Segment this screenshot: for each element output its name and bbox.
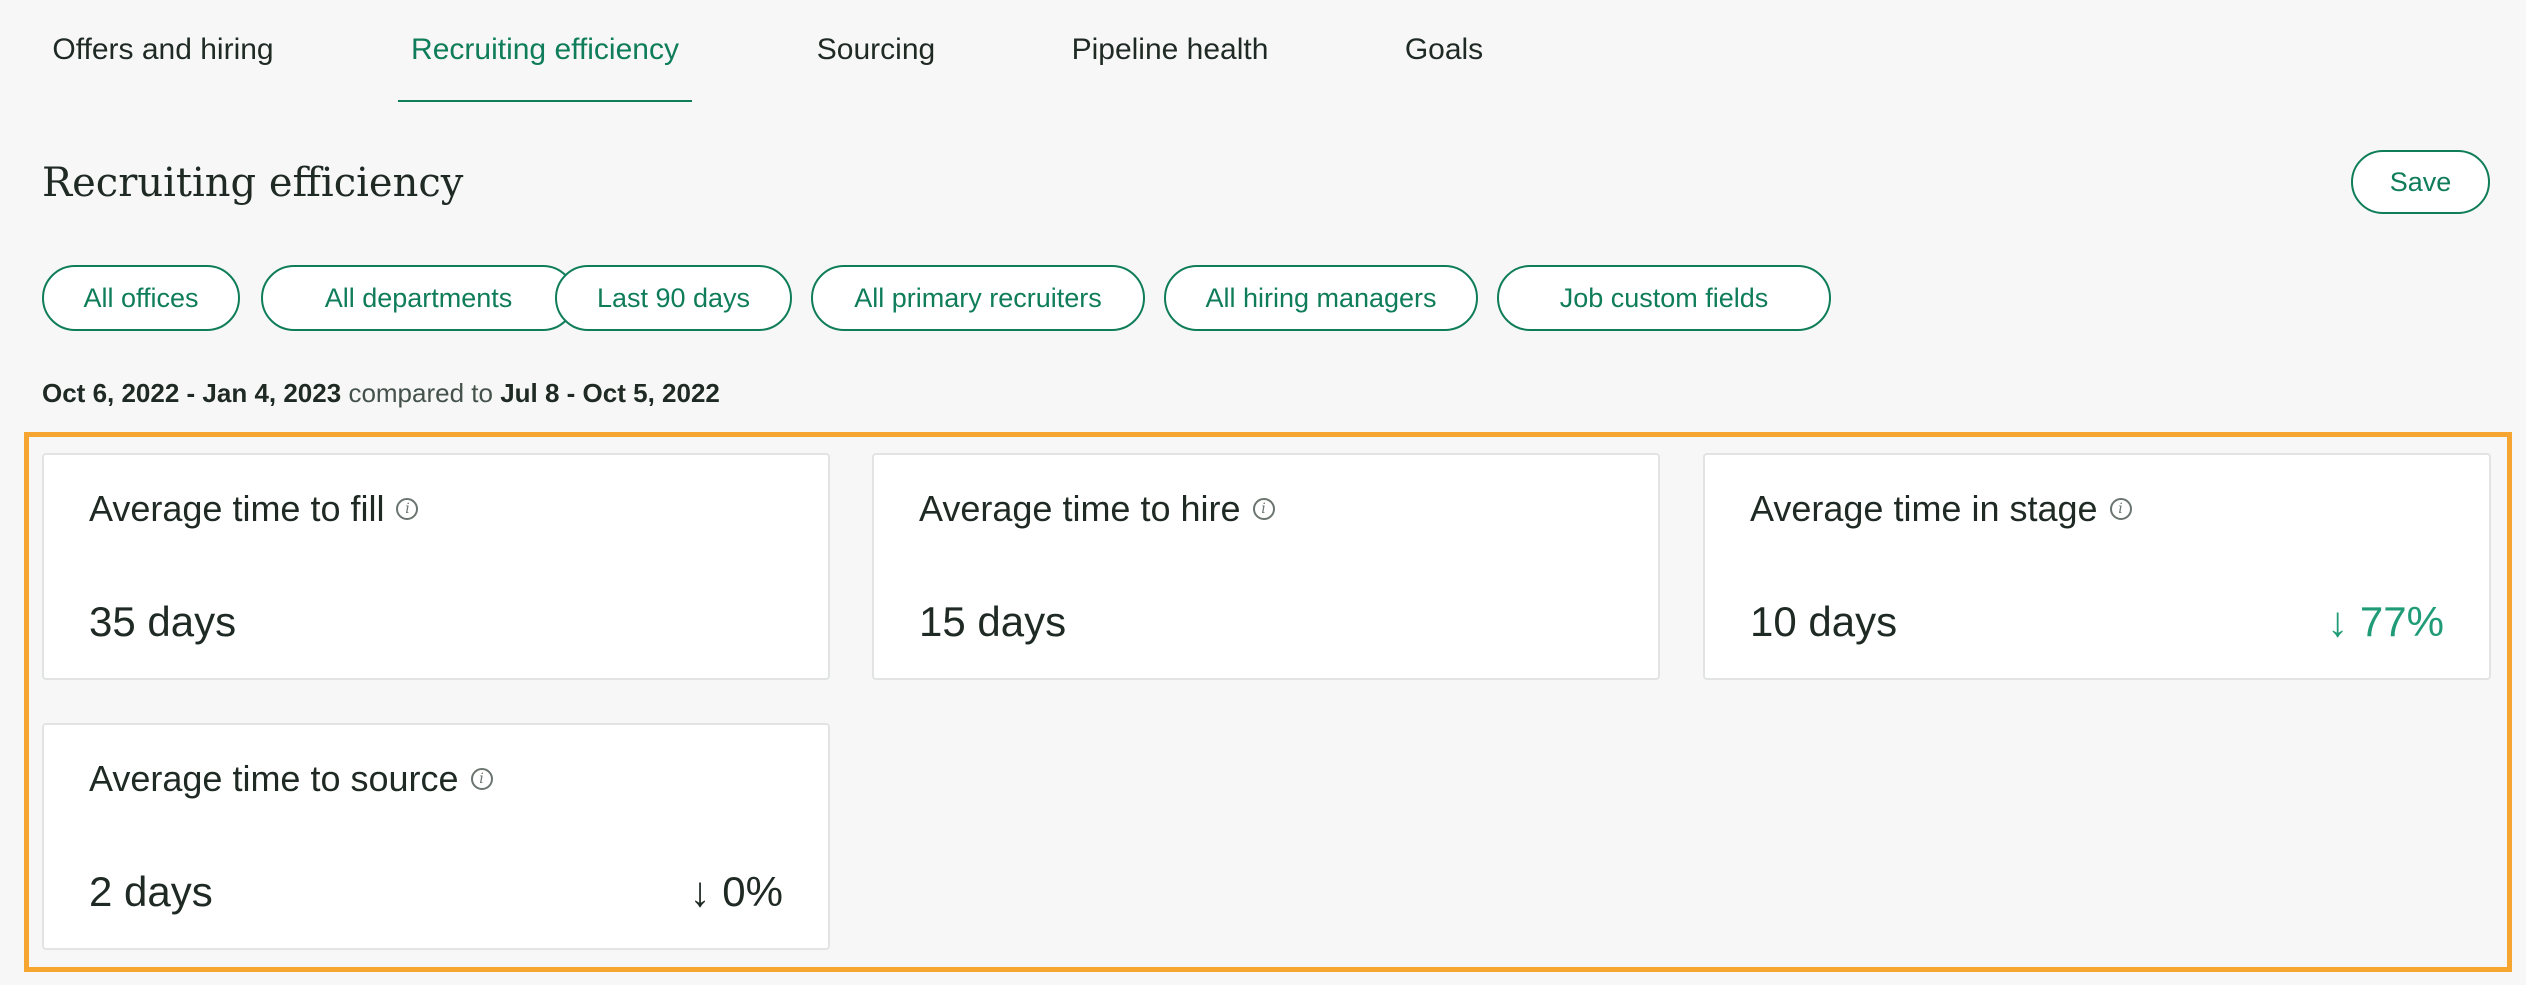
card-title: Average time in stage [1750, 488, 2098, 529]
comparison-connector: compared to [348, 378, 493, 408]
card-value: 10 days [1750, 598, 1898, 645]
info-icon[interactable]: i [1252, 498, 1275, 520]
tab-sourcing[interactable]: Sourcing [806, 0, 946, 100]
metric-card-time-to-source: Average time to source i 2 days ↓ 0% [42, 723, 830, 950]
save-button[interactable]: Save [2351, 150, 2490, 214]
card-title: Average time to hire [919, 488, 1241, 529]
card-title: Average time to fill [89, 488, 385, 529]
filter-primary-recruiters[interactable]: All primary recruiters [811, 265, 1145, 331]
card-change: ↓ 0% [689, 868, 783, 915]
metric-card-time-in-stage: Average time in stage i 10 days ↓ 77% [1703, 453, 2491, 680]
filter-offices[interactable]: All offices [42, 265, 240, 331]
card-title-row: Average time to hire i [919, 485, 1275, 533]
card-title-row: Average time to source i [89, 755, 493, 803]
filter-job-custom-fields[interactable]: Job custom fields [1497, 265, 1831, 331]
current-period: Oct 6, 2022 - Jan 4, 2023 [42, 378, 342, 408]
card-change: ↓ 77% [2327, 598, 2444, 645]
tab-offers-and-hiring[interactable]: Offers and hiring [42, 0, 284, 100]
metric-card-time-to-fill: Average time to fill i 35 days [42, 453, 830, 680]
filter-date-range[interactable]: Last 90 days [555, 265, 792, 331]
info-icon[interactable]: i [470, 768, 493, 790]
report-tabs: Offers and hiring Recruiting efficiency … [0, 0, 2526, 102]
metric-card-time-to-hire: Average time to hire i 15 days [872, 453, 1660, 680]
info-icon[interactable]: i [2109, 498, 2132, 520]
tab-pipeline-health[interactable]: Pipeline health [1060, 0, 1280, 100]
previous-period: Jul 8 - Oct 5, 2022 [500, 378, 720, 408]
filter-departments[interactable]: All departments [261, 265, 576, 331]
card-value: 15 days [919, 598, 1067, 645]
info-icon[interactable]: i [396, 498, 419, 520]
page-title: Recruiting efficiency [42, 160, 464, 206]
card-title-row: Average time in stage i [1750, 485, 2132, 533]
card-value: 2 days [89, 868, 213, 915]
card-title: Average time to source [89, 758, 459, 799]
card-title-row: Average time to fill i [89, 485, 419, 533]
filter-hiring-managers[interactable]: All hiring managers [1164, 265, 1478, 331]
tab-recruiting-efficiency[interactable]: Recruiting efficiency [398, 0, 692, 102]
date-range-summary: Oct 6, 2022 - Jan 4, 2023 compared to Ju… [42, 375, 720, 411]
card-value: 35 days [89, 598, 237, 645]
tab-goals[interactable]: Goals [1394, 0, 1494, 100]
